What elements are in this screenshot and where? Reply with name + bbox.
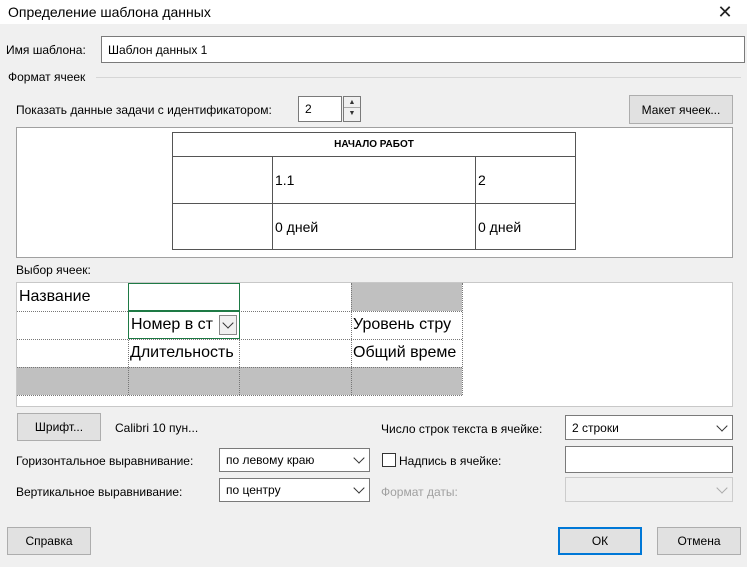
task-id-input[interactable]: 2 [298,96,342,122]
cancel-button[interactable]: Отмена [657,527,741,555]
template-preview: НАЧАЛО РАБОТ 1.1 2 0 дней 0 дней [16,127,733,258]
vertical-align-label: Вертикальное выравнивание: [16,485,183,499]
horizontal-align-label: Горизонтальное выравнивание: [16,454,194,468]
cell-caption-checkbox[interactable] [382,453,396,467]
vertical-align-select[interactable]: по центру [219,478,370,502]
text-lines-label: Число строк текста в ячейке: [381,422,543,436]
chevron-down-icon [353,482,365,494]
ok-button[interactable]: ОК [558,527,642,555]
preview-table: НАЧАЛО РАБОТ 1.1 2 0 дней 0 дней [172,132,576,250]
chevron-down-icon[interactable] [219,315,237,335]
grid-cell-active[interactable] [128,283,240,311]
grid-line [17,367,462,368]
date-format-select [565,477,733,502]
text-lines-select[interactable]: 2 строки [565,415,733,440]
preview-cell: 1.1 [275,172,295,188]
grid-cell[interactable]: Общий време [351,339,462,367]
horizontal-align-value: по левому краю [226,453,315,467]
grid-cell[interactable]: Уровень стру [351,311,462,339]
horizontal-align-select[interactable]: по левому краю [219,448,370,472]
chevron-down-icon [353,452,365,464]
title-bar: Определение шаблона данных ✕ [0,0,747,24]
grid-cell[interactable]: Название [17,283,128,311]
group-divider [96,77,741,78]
grid-cell-value: Номер в ст [131,316,213,333]
window-title: Определение шаблона данных [8,4,211,20]
help-button[interactable]: Справка [7,527,91,555]
cell-selection-grid: Название Номер в ст Уровень стру Длитель… [16,282,733,407]
preview-cell: 2 [478,172,486,188]
grid-cell[interactable]: Длительность [128,339,239,367]
task-id-value: 2 [305,102,312,116]
preview-cell: 0 дней [478,219,522,235]
grid-line [17,395,462,396]
chevron-down-icon [716,481,728,494]
grid-line [462,283,463,395]
spin-down-icon[interactable]: ▼ [344,108,360,119]
text-lines-value: 2 строки [572,420,619,435]
date-format-label: Формат даты: [381,485,458,499]
cell-caption-label: Надпись в ячейке: [399,454,502,468]
preview-header: НАЧАЛО РАБОТ [173,133,575,157]
font-info: Calibri 10 пун... [115,421,199,435]
task-id-spinner[interactable]: ▲ ▼ [343,96,361,122]
cell-caption-input[interactable] [565,446,733,473]
grid-cell-dropdown[interactable]: Номер в ст [128,311,240,339]
template-name-value: Шаблон данных 1 [108,42,208,57]
template-name-label: Имя шаблона: [6,43,86,57]
cell-layout-button[interactable]: Макет ячеек... [629,95,733,124]
show-task-label: Показать данные задачи с идентификатором… [16,103,272,117]
close-icon[interactable]: ✕ [715,2,735,22]
template-name-input[interactable]: Шаблон данных 1 [101,36,745,63]
spin-up-icon[interactable]: ▲ [344,97,360,108]
preview-cell [173,157,272,203]
chevron-down-icon [716,419,728,432]
cell-format-group-label: Формат ячеек [8,70,86,84]
font-button[interactable]: Шрифт... [17,413,101,441]
cell-selection-label: Выбор ячеек: [16,263,91,277]
grid-cell-empty[interactable] [351,283,462,311]
preview-cell: 0 дней [275,219,319,235]
preview-cell [173,204,272,250]
vertical-align-value: по центру [226,483,281,497]
